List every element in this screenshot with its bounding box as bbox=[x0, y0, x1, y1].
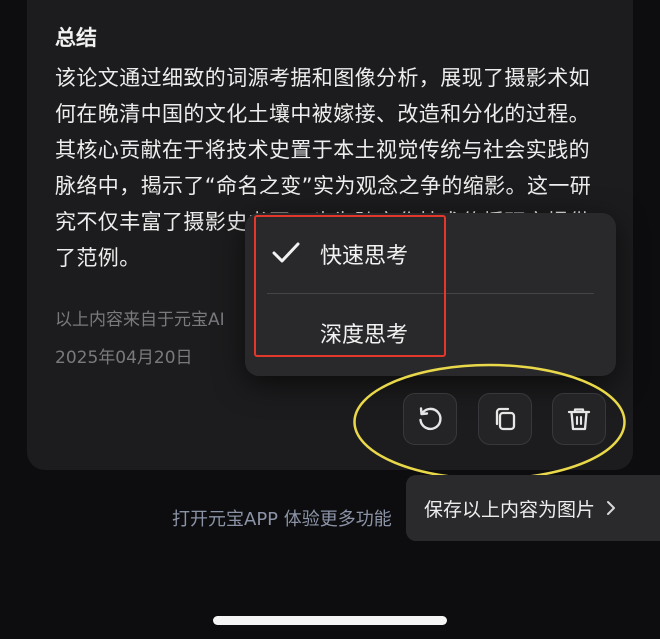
copy-button[interactable] bbox=[478, 393, 532, 445]
trash-icon bbox=[567, 408, 591, 431]
save-as-image-button[interactable]: 保存以上内容为图片 bbox=[406, 475, 660, 541]
copy-icon bbox=[495, 407, 516, 431]
summary-title: 总结 bbox=[55, 26, 97, 50]
menu-item-label: 深度思考 bbox=[320, 323, 409, 348]
source-note: 以上内容来自于元宝AI bbox=[55, 310, 225, 330]
menu-divider bbox=[267, 293, 594, 294]
menu-item-fast-thinking[interactable]: 快速思考 bbox=[245, 213, 616, 291]
checkmark-icon bbox=[272, 242, 300, 263]
delete-button[interactable] bbox=[552, 393, 606, 445]
refresh-icon bbox=[419, 407, 442, 431]
regenerate-button[interactable] bbox=[403, 393, 457, 445]
menu-item-deep-thinking[interactable]: 深度思考 bbox=[245, 295, 616, 373]
home-indicator[interactable] bbox=[213, 616, 447, 625]
chevron-right-icon bbox=[607, 501, 616, 515]
thinking-mode-menu: 快速思考 深度思考 bbox=[245, 213, 616, 376]
open-app-promo-link[interactable]: 打开元宝APP 体验更多功能 bbox=[172, 505, 412, 531]
menu-item-label: 快速思考 bbox=[320, 244, 409, 269]
save-as-image-label: 保存以上内容为图片 bbox=[424, 498, 596, 521]
date-label: 2025年04月20日 bbox=[55, 348, 193, 368]
